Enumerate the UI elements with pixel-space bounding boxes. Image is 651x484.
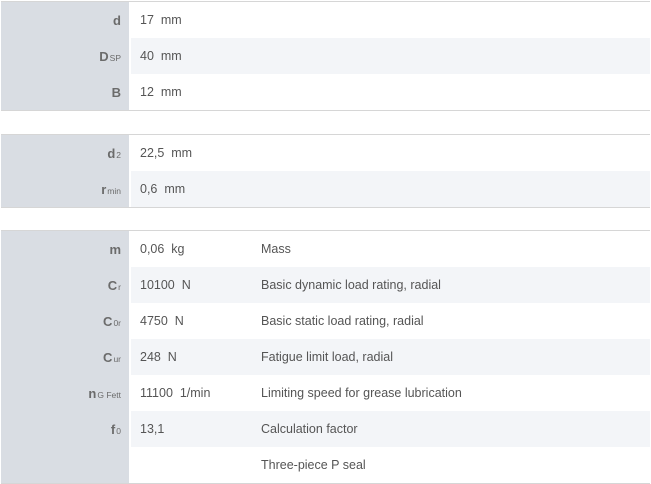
table-row: f0 13,1 Calculation factor [1,411,650,447]
symbol-cell: m [1,231,129,267]
value-cell: 22,5 mm [140,146,193,160]
description-cell: Calculation factor [261,422,358,436]
table-row: d 17 mm [1,2,650,38]
dimensions-table: d 17 mm D SP 40 mm B 12 mm [1,1,650,111]
table-row: Cur 248 N Fatigue limit load, radial [1,339,650,375]
description-cell: Mass [261,242,291,256]
table-row: nG Fett 11100 1/min Limiting speed for gr… [1,375,650,411]
table-row: d2 22,5 mm [1,135,650,171]
description-cell: Basic dynamic load rating, radial [261,278,441,292]
value-cell: 0,6 mm [140,182,186,196]
symbol-cell: D SP [1,38,129,74]
value-cell: 0,06 kg [140,242,185,256]
description-cell: Limiting speed for grease lubrication [261,386,462,400]
table-row: m 0,06 kg Mass [1,231,650,267]
symbol-cell: C 0r [1,303,129,339]
mounting-dimensions-table: d2 22,5 mm r min 0,6 mm [1,134,650,208]
value-cell: 40 mm [140,49,182,63]
value-cell: 17 mm [140,13,182,27]
value-cell: 248 N [140,350,177,364]
description-cell: Fatigue limit load, radial [261,350,394,364]
table-row: Three-piece P seal [1,447,650,483]
symbol-cell: nG Fett [1,375,129,411]
value-cell: 11100 1/min [140,386,211,400]
value-cell: 13,1 [140,422,165,436]
value-cell: 10100 N [140,278,191,292]
description-cell: Basic static load rating, radial [261,314,424,328]
symbol-cell: d2 [1,135,129,171]
symbol-cell: Cr [1,267,129,303]
symbol-cell [1,447,129,483]
properties-table: m 0,06 kg Mass Cr 10100 N Basic dynamic lo… [1,230,650,484]
symbol-cell: r min [1,171,129,207]
value-cell: 4750 N [140,314,184,328]
symbol-cell: B [1,74,129,110]
symbol-cell: Cur [1,339,129,375]
table-row: Cr 10100 N Basic dynamic load rating, rad… [1,267,650,303]
description-cell: Three-piece P seal [261,458,366,472]
table-row: r min 0,6 mm [1,171,650,207]
table-row: B 12 mm [1,74,650,110]
symbol-cell: d [1,2,129,38]
table-row: C 0r 4750 N Basic static load rating, radi… [1,303,650,339]
symbol-cell: f0 [1,411,129,447]
value-cell: 12 mm [140,85,182,99]
table-row: D SP 40 mm [1,38,650,74]
